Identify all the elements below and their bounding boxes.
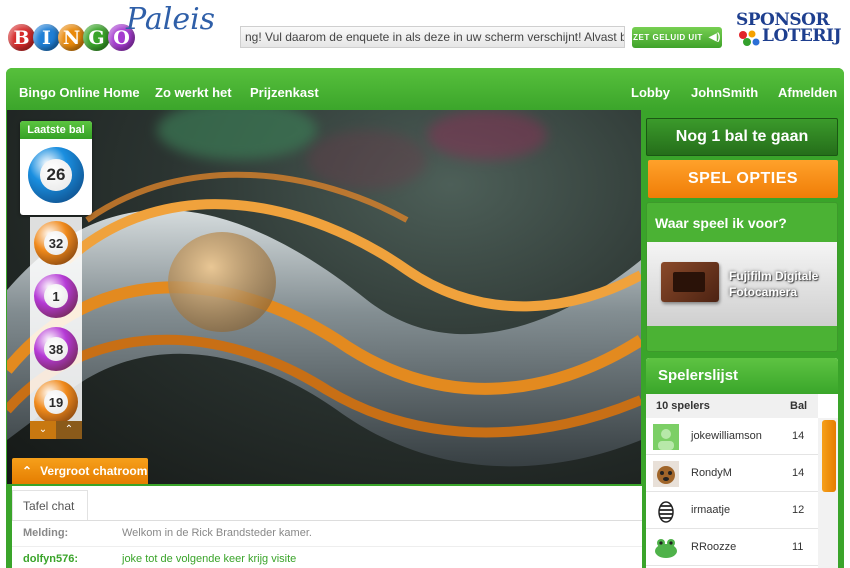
- player-name: RRoozze: [691, 541, 737, 553]
- last-ball-box: Laatste bal 26: [20, 121, 92, 215]
- drawn-balls-panel: Laatste bal 26 32 1 38 19 ⌄ ⌃: [20, 121, 92, 441]
- player-balls: 14: [792, 467, 805, 479]
- chevron-down-icon[interactable]: ⌄: [30, 421, 56, 439]
- previous-ball: 19: [34, 380, 78, 424]
- players-title: Spelerslijst: [646, 358, 838, 394]
- logo-word: Paleis: [126, 2, 216, 37]
- sponsor-line2: LOTERIJ: [762, 26, 842, 46]
- previous-ball: 1: [34, 274, 78, 318]
- expand-chatroom-label: Vergroot chatroom: [40, 464, 148, 478]
- previous-ball-number: 19: [43, 389, 69, 415]
- previous-balls-list: 32 1 38 19: [30, 217, 82, 433]
- main-nav: Bingo Online Home Zo werkt het Prijzenka…: [6, 68, 844, 112]
- player-name: irmaatje: [691, 504, 731, 516]
- game-options-button[interactable]: SPEL OPTIES: [648, 160, 838, 198]
- logo-balls: BINGO: [8, 24, 135, 51]
- previous-ball-number: 32: [43, 230, 69, 256]
- nav-how-it-works[interactable]: Zo werkt het: [155, 85, 232, 100]
- previous-ball: 38: [34, 327, 78, 371]
- chat-messages: Melding: Welkom in de Rick Brandsteder ka…: [12, 520, 642, 568]
- ball-scroll-controls: ⌄ ⌃: [30, 421, 82, 439]
- avatar-zebra-icon: [653, 498, 679, 524]
- chat-sender: dolfyn576:: [23, 553, 79, 565]
- player-name: jokewilliamson: [691, 430, 762, 442]
- avatar-default-icon: [653, 424, 679, 450]
- news-ticker: ng! Vul daarom de enquete in als deze in…: [240, 26, 625, 48]
- chat-panel: Tafel chat Melding: Welkom in de Rick Bra…: [12, 486, 642, 568]
- chat-sender: Melding:: [23, 527, 69, 539]
- prize-title: Waar speel ik voor?: [655, 215, 787, 231]
- chevron-up-icon: ⌃: [22, 464, 33, 478]
- right-panel: Nog 1 bal te gaan SPEL OPTIES Waar speel…: [646, 110, 840, 568]
- players-scroll-thumb[interactable]: [822, 420, 836, 492]
- player-balls: 12: [792, 504, 805, 516]
- balls-remaining-indicator: Nog 1 bal te gaan: [646, 118, 838, 156]
- nav-username[interactable]: JohnSmith: [691, 85, 758, 100]
- players-list-panel: Spelerslijst 10 spelers Bal jokewilliams…: [646, 358, 838, 568]
- nav-prize-cabinet[interactable]: Prijzenkast: [250, 85, 319, 100]
- logo-letter-ball: I: [33, 24, 60, 51]
- previous-ball-number: 38: [43, 336, 69, 362]
- player-row[interactable]: RRoozze 11: [646, 529, 818, 566]
- nav-logout[interactable]: Afmelden: [778, 85, 837, 100]
- draw-machine-video: [7, 110, 641, 484]
- last-ball-label: Laatste bal: [20, 121, 92, 139]
- chat-text: Welkom in de Rick Brandsteder kamer.: [122, 527, 312, 539]
- players-count: 10 spelers: [656, 400, 710, 412]
- players-header-row: 10 spelers Bal: [646, 394, 818, 418]
- sponsor-loterij-logo[interactable]: SPONSOR LOTERIJ: [736, 10, 844, 50]
- logo-letter-ball: N: [58, 24, 85, 51]
- player-row[interactable]: RondyM 14: [646, 455, 818, 492]
- player-balls: 11: [792, 541, 804, 553]
- chevron-up-icon[interactable]: ⌃: [56, 421, 82, 439]
- previous-ball: 32: [34, 221, 78, 265]
- logo-letter-ball: G: [83, 24, 110, 51]
- camera-icon: [661, 262, 719, 302]
- chat-message: Melding: Welkom in de Rick Brandsteder ka…: [12, 521, 642, 547]
- chat-text: joke tot de volgende keer krijg visite: [122, 553, 297, 565]
- tab-table-chat[interactable]: Tafel chat: [12, 490, 88, 520]
- tube-graphic: [7, 171, 641, 467]
- prize-panel[interactable]: Waar speel ik voor? Fujifilm Digitale Fo…: [646, 202, 838, 352]
- nav-bingo-home[interactable]: Bingo Online Home: [19, 85, 140, 100]
- player-row[interactable]: irmaatje 12: [646, 492, 818, 529]
- sponsor-dots-icon: [739, 30, 760, 46]
- avatar-dog-icon: [653, 461, 679, 487]
- logo-letter-ball: B: [8, 24, 35, 51]
- avatar-frog-icon: [653, 535, 679, 561]
- sound-toggle-button[interactable]: ZET GELUID UIT ◀): [632, 27, 722, 48]
- chat-message: dolfyn576: joke tot de volgende keer krij…: [12, 547, 642, 568]
- bingo-paleis-logo[interactable]: BINGO Paleis: [8, 2, 228, 60]
- expand-chatroom-button[interactable]: ⌃ Vergroot chatroom: [12, 458, 148, 484]
- nav-lobby[interactable]: Lobby: [631, 85, 670, 100]
- speaker-icon: ◀): [708, 32, 721, 43]
- sound-button-label: ZET GELUID UIT: [633, 33, 703, 42]
- last-ball-number: 26: [40, 159, 72, 191]
- player-row[interactable]: jokewilliamson 14: [646, 418, 818, 455]
- header: BINGO Paleis ng! Vul daarom de enquete i…: [0, 0, 850, 66]
- prize-name: Fujifilm Digitale Fotocamera: [729, 269, 819, 299]
- last-ball: 26: [28, 147, 84, 203]
- player-name: RondyM: [691, 467, 732, 479]
- ball-column-header: Bal: [790, 400, 808, 412]
- prize-image: Fujifilm Digitale Fotocamera: [647, 242, 837, 326]
- player-balls: 14: [792, 430, 805, 442]
- previous-ball-number: 1: [43, 283, 69, 309]
